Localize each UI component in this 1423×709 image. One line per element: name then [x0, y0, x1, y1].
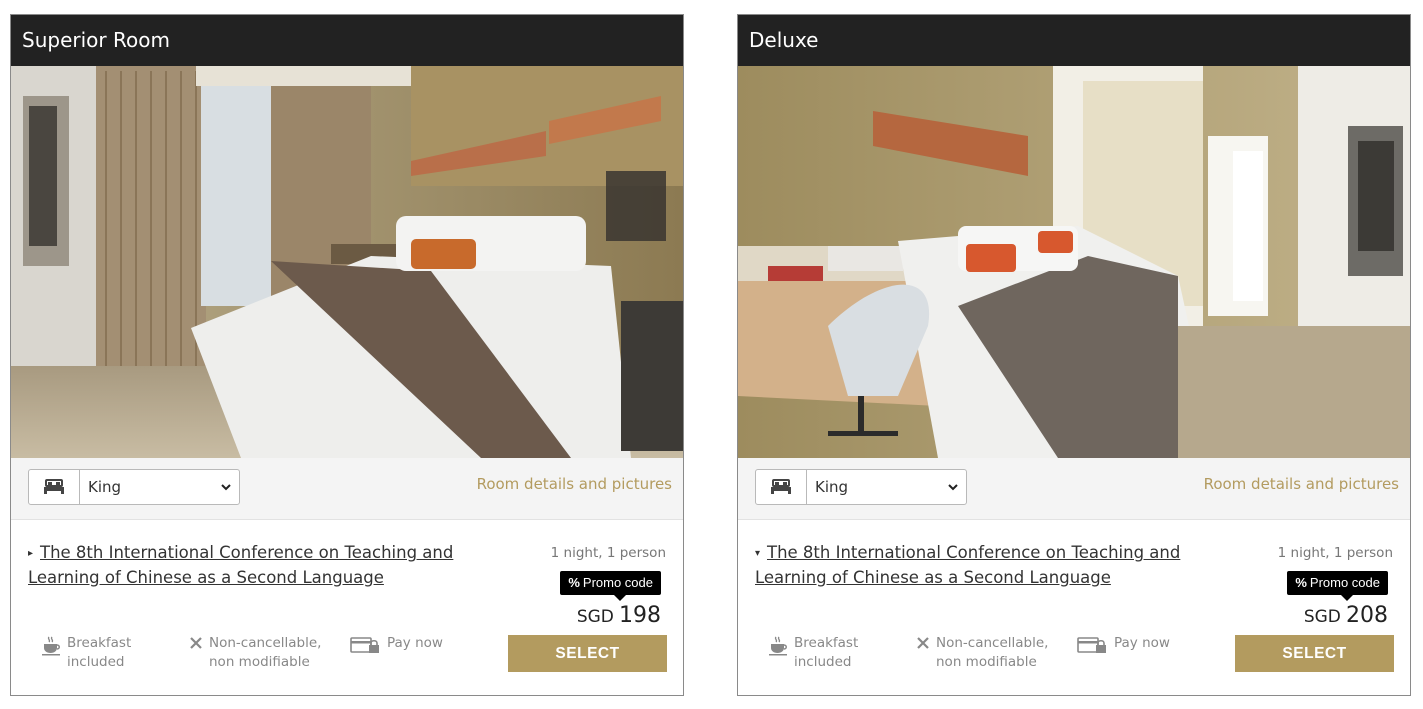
chevron-down-icon — [213, 470, 239, 504]
price-amount: 208 — [1346, 603, 1388, 628]
rate-title-line1[interactable]: The 8th International Conference on Teac… — [767, 543, 1180, 562]
room-title: Deluxe — [738, 15, 1410, 66]
breakfast-icon — [768, 636, 788, 662]
room-details-link[interactable]: Room details and pictures — [477, 458, 672, 510]
payment-feature: Pay now — [1077, 634, 1170, 660]
room-options-bar: King Room details and pictures — [738, 458, 1410, 520]
cancellation-feature: Non-cancellable, non modifiable — [189, 634, 321, 672]
room-photo-image — [738, 66, 1410, 458]
room-photo[interactable] — [11, 66, 683, 458]
promo-label: Promo code — [582, 575, 653, 590]
select-button[interactable]: SELECT — [508, 635, 667, 672]
rate-plan: ▾ The 8th International Conference on Tea… — [738, 520, 1410, 696]
select-button[interactable]: SELECT — [1235, 635, 1394, 672]
room-photo-image — [11, 66, 683, 458]
close-icon — [916, 636, 930, 656]
cancellation-line1: Non-cancellable, — [936, 635, 1049, 651]
payment-label: Pay now — [387, 635, 443, 651]
room-card-superior: Superior Room King Room details and pict… — [10, 14, 684, 696]
payment-label: Pay now — [1114, 635, 1170, 651]
rate-title-link[interactable]: ▾ The 8th International Conference on Tea… — [755, 541, 1205, 590]
breakfast-line2: included — [67, 654, 125, 670]
room-options-bar: King Room details and pictures — [11, 458, 683, 520]
breakfast-line1: Breakfast — [794, 635, 859, 651]
breakfast-icon — [41, 636, 61, 662]
price-currency: SGD — [1303, 607, 1341, 627]
promo-label: Promo code — [1309, 575, 1380, 590]
rate-title-line2[interactable]: Learning of Chinese as a Second Language — [755, 568, 1111, 587]
bed-icon — [756, 470, 807, 504]
close-icon — [189, 636, 203, 656]
breakfast-feature: Breakfast included — [41, 634, 131, 672]
bed-type-select[interactable]: King — [28, 469, 240, 505]
room-card-deluxe: Deluxe King Room details and pictures ▾ … — [737, 14, 1411, 696]
promo-code-badge: % Promo code — [560, 571, 661, 601]
price: SGD 198 — [577, 603, 661, 628]
price: SGD 208 — [1304, 603, 1388, 628]
rate-title-line1[interactable]: The 8th International Conference on Teac… — [40, 543, 453, 562]
room-title: Superior Room — [11, 15, 683, 66]
bed-type-select[interactable]: King — [755, 469, 967, 505]
card-lock-icon — [350, 636, 381, 660]
room-photo[interactable] — [738, 66, 1410, 458]
chevron-down-icon — [940, 470, 966, 504]
cancellation-feature: Non-cancellable, non modifiable — [916, 634, 1048, 672]
percent-icon: % — [568, 575, 580, 590]
expand-toggle-icon[interactable]: ▸ — [28, 542, 40, 566]
rate-title-line2[interactable]: Learning of Chinese as a Second Language — [28, 568, 384, 587]
cancellation-line2: non modifiable — [209, 654, 310, 670]
breakfast-line1: Breakfast — [67, 635, 132, 651]
cancellation-line1: Non-cancellable, — [209, 635, 322, 651]
rate-title-link[interactable]: ▸ The 8th International Conference on Tea… — [28, 541, 478, 590]
bed-type-value: King — [815, 478, 849, 496]
payment-feature: Pay now — [350, 634, 443, 660]
expand-toggle-icon[interactable]: ▾ — [755, 542, 767, 566]
card-lock-icon — [1077, 636, 1108, 660]
room-details-link[interactable]: Room details and pictures — [1204, 458, 1399, 510]
promo-code-badge: % Promo code — [1287, 571, 1388, 601]
price-amount: 198 — [619, 603, 661, 628]
bed-type-value: King — [88, 478, 122, 496]
cancellation-line2: non modifiable — [936, 654, 1037, 670]
stay-summary: 1 night, 1 person — [550, 545, 666, 561]
bed-icon — [29, 470, 80, 504]
rate-plan: ▸ The 8th International Conference on Tea… — [11, 520, 683, 696]
breakfast-line2: included — [794, 654, 852, 670]
stay-summary: 1 night, 1 person — [1277, 545, 1393, 561]
percent-icon: % — [1295, 575, 1307, 590]
price-currency: SGD — [576, 607, 614, 627]
breakfast-feature: Breakfast included — [768, 634, 858, 672]
